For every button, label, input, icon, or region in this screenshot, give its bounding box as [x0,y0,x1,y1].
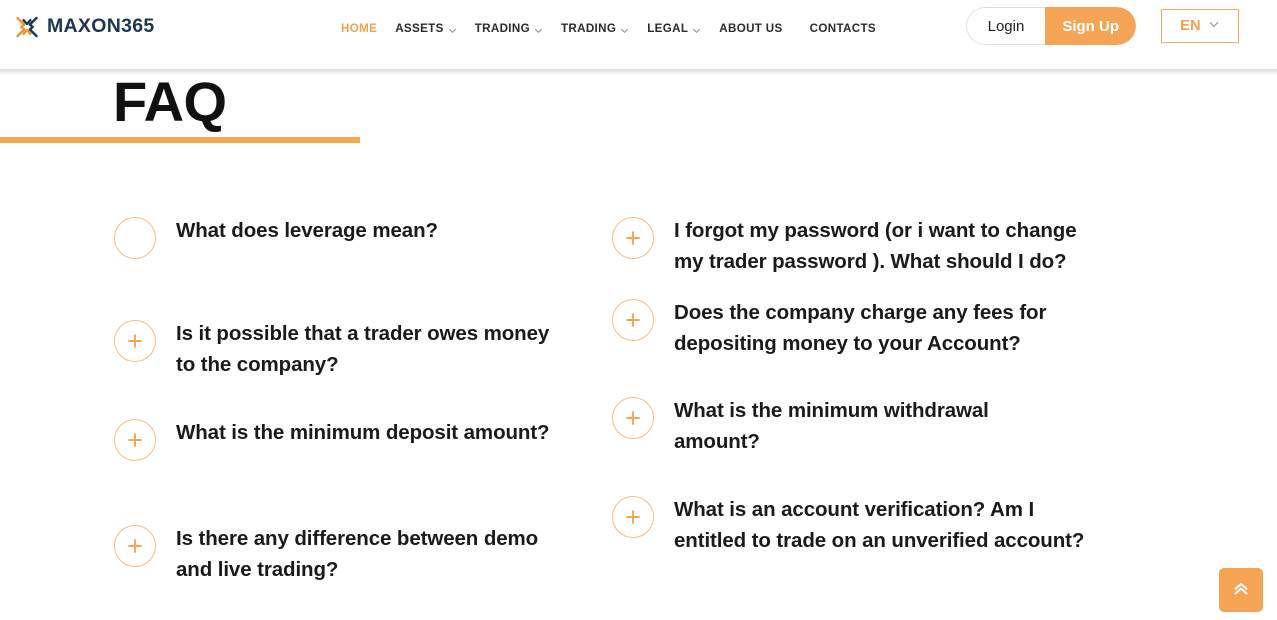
faq-question: Is there any difference between demo and… [176,527,539,581]
faq-question: What is the minimum withdrawal amount? [674,399,989,453]
faq-question: Does the company charge any fees for dep… [674,301,1047,355]
plus-icon[interactable] [612,496,654,538]
faq-column-right: I forgot my password (or i want to chang… [556,215,1156,620]
faq-question: What is an account verification? Am I en… [674,498,1085,552]
brand-name: MAXON365 [47,15,155,38]
faq-item[interactable]: What does leverage mean? [114,215,556,259]
faq-item[interactable]: What is an account verification? Am I en… [612,494,1156,556]
plus-icon[interactable] [612,217,654,259]
chevron-down-icon [534,25,543,34]
language-selector-label: EN [1180,18,1201,34]
faq-question: Is it possible that a trader owes money … [176,322,550,376]
brand-logo[interactable]: MAXON365 [15,13,155,41]
faq-question: What does leverage mean? [176,219,438,242]
plus-icon[interactable] [612,299,654,341]
plus-icon[interactable] [114,217,156,259]
chevron-down-icon [1208,17,1220,35]
double-chevron-up-icon [1230,577,1252,604]
page-title: FAQ [113,70,227,133]
plus-icon[interactable] [114,320,156,362]
login-button[interactable]: Login [965,7,1046,45]
main-navigation: HOME ASSETS TRADING TRADING LEGAL ABOUT … [332,19,885,37]
faq-question: I forgot my password (or i want to chang… [674,219,1077,273]
plus-icon[interactable] [114,525,156,567]
faq-item[interactable]: Does the company charge any fees for dep… [612,297,1156,359]
nav-item-trading-1[interactable]: TRADING [466,22,552,35]
faq-question: What is the minimum deposit amount? [176,421,550,444]
nav-item-label: ASSETS [395,21,444,35]
faq-item[interactable]: Is there any difference between demo and… [114,523,556,585]
nav-item-home[interactable]: HOME [332,22,386,35]
auth-button-group: Login Sign Up [965,7,1136,45]
plus-icon[interactable] [114,419,156,461]
faq-item[interactable]: What is the minimum deposit amount? [114,417,556,461]
nav-item-trading-2[interactable]: TRADING [552,22,638,35]
nav-item-label: ABOUT US [719,21,783,35]
faq-item[interactable]: What is the minimum withdrawal amount? [612,395,1156,457]
language-selector[interactable]: EN [1161,9,1239,43]
nav-item-about-us[interactable]: ABOUT US [710,22,791,35]
nav-item-contacts[interactable]: CONTACTS [801,22,885,35]
scroll-to-top-button[interactable] [1219,568,1263,612]
nav-item-label: CONTACTS [809,21,876,35]
nav-item-label: TRADING [474,21,530,35]
faq-page: FAQ What does leverage mean? Is it possi… [0,69,1277,620]
chevron-down-icon [620,25,629,34]
plus-icon[interactable] [612,397,654,439]
x-mark-logo-icon [15,15,39,39]
nav-item-assets[interactable]: ASSETS [386,22,466,35]
faq-item[interactable]: Is it possible that a trader owes money … [114,318,556,380]
site-header: MAXON365 HOME ASSETS TRADING TRADING LEG… [0,0,1277,75]
chevron-down-icon [692,25,701,34]
nav-item-legal[interactable]: LEGAL [638,22,710,35]
title-underline-rule [0,137,360,143]
signup-button[interactable]: Sign Up [1045,7,1136,45]
faq-item[interactable]: I forgot my password (or i want to chang… [612,215,1156,277]
nav-item-label: LEGAL [647,21,689,35]
chevron-down-icon [448,25,457,34]
faq-column-left: What does leverage mean? Is it possible … [0,215,556,620]
nav-item-label: TRADING [560,21,617,35]
faq-grid: What does leverage mean? Is it possible … [0,215,1277,620]
nav-item-label: HOME [341,21,378,35]
